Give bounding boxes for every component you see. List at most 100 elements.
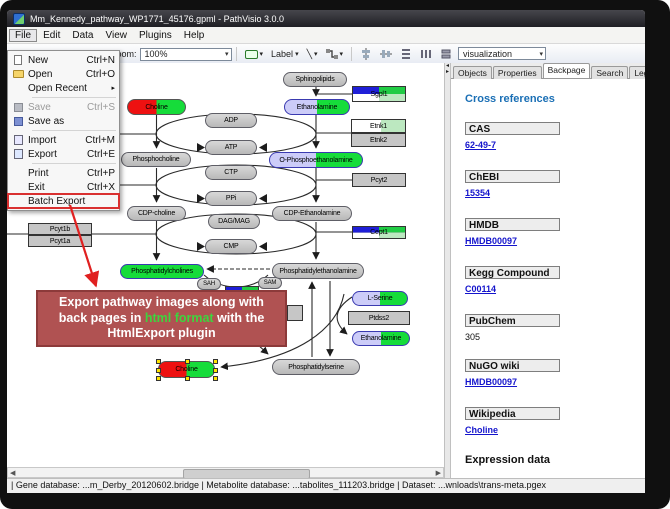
menu-item-batch-export[interactable]: Batch Export: [8, 194, 119, 208]
selection-handle[interactable]: [213, 359, 218, 364]
pathway-node-ethanolamine[interactable]: Ethanolamine: [352, 331, 410, 346]
connector-tool-dropdown[interactable]: ▾: [322, 45, 348, 63]
menu-item-open[interactable]: OpenCtrl+O: [8, 67, 119, 81]
menu-item-save[interactable]: SaveCtrl+S: [8, 100, 119, 114]
file-menu-popup: NewCtrl+NOpenCtrl+O Open Recent ▸ SaveCtrl+…: [7, 50, 120, 211]
zoom-combobox[interactable]: 100% ▾: [140, 48, 232, 61]
distribute-horizontal-button[interactable]: [416, 45, 436, 63]
scroll-right-icon[interactable]: ▶: [434, 469, 443, 477]
menubar-item-view[interactable]: View: [99, 29, 133, 42]
tab-search[interactable]: Search: [591, 66, 628, 79]
pathway-node-choline[interactable]: Choline: [158, 361, 215, 378]
pathway-node-cmp[interactable]: CMP: [205, 239, 257, 254]
menubar-item-data[interactable]: Data: [66, 29, 99, 42]
pathway-node-sgpl1[interactable]: Sgpl1: [352, 86, 406, 102]
xref-link-c00114[interactable]: C00114: [465, 284, 496, 294]
menubar-item-file[interactable]: File: [9, 29, 37, 42]
visualization-combobox[interactable]: visualization ▾: [458, 47, 546, 60]
menu-item-open-recent[interactable]: Open Recent ▸: [8, 81, 119, 95]
annotation-callout: Export pathway images along with back pa…: [36, 290, 287, 347]
label-tool-dropdown[interactable]: Label ▾: [267, 45, 303, 63]
stack-vertical-button[interactable]: [436, 45, 456, 63]
screenshot-frame: Mm_Kennedy_pathway_WP1771_45176.gpml - P…: [0, 0, 670, 509]
toolbar-separator: [236, 47, 237, 61]
pathway-node-sphingolipids[interactable]: Sphingolipids: [283, 72, 347, 87]
menu-item-save-as[interactable]: Save as: [8, 114, 119, 128]
submenu-arrow-icon: ▸: [111, 84, 115, 92]
selection-handle[interactable]: [156, 376, 161, 381]
title-bar[interactable]: Mm_Kennedy_pathway_WP1771_45176.gpml - P…: [7, 10, 645, 27]
menubar-item-help[interactable]: Help: [178, 29, 211, 42]
distribute-vertical-button[interactable]: [396, 45, 416, 63]
pathway-node-ethanolamine[interactable]: Ethanolamine: [284, 99, 350, 115]
section-header-cas: CAS: [465, 122, 560, 135]
menu-bar: FileEditDataViewPluginsHelp: [7, 27, 645, 44]
pathway-node-l-serine[interactable]: L-Serine: [352, 291, 408, 306]
callout-highlight-text: html format: [145, 311, 214, 325]
align-center-y-button[interactable]: [376, 45, 396, 63]
line-tool-dropdown[interactable]: ╲ ▾: [303, 45, 322, 63]
window-title: Mm_Kennedy_pathway_WP1771_45176.gpml - P…: [30, 14, 284, 24]
menu-item-label: Open Recent: [28, 83, 87, 94]
scroll-left-icon[interactable]: ◀: [8, 469, 17, 477]
menu-item-new[interactable]: NewCtrl+N: [8, 53, 119, 67]
selection-handle[interactable]: [156, 359, 161, 364]
selection-handle[interactable]: [213, 368, 218, 373]
tab-backpage[interactable]: Backpage: [543, 63, 591, 78]
distribute-vertical-icon: [400, 48, 412, 60]
pathway-node-cept1[interactable]: Cept1: [352, 226, 406, 239]
pathway-node-phosphatidylethanolamine[interactable]: Phosphatidylethanolamine: [272, 263, 364, 279]
pathway-node-ctp[interactable]: CTP: [205, 165, 257, 180]
pathway-node-choline[interactable]: Choline: [127, 99, 186, 115]
menu-item-export[interactable]: ExportCtrl+E: [8, 147, 119, 161]
connector-icon: [326, 49, 338, 59]
pathway-node-atp[interactable]: ATP: [205, 140, 257, 155]
xref-link-hmdb00097[interactable]: HMDB00097: [465, 377, 517, 387]
tab-properties[interactable]: Properties: [493, 66, 542, 79]
pathway-node-dag-mag[interactable]: DAG/MAG: [208, 214, 260, 229]
tab-objects[interactable]: Objects: [453, 66, 492, 79]
align-center-x-button[interactable]: [356, 45, 376, 63]
pathway-node-pcyt2[interactable]: Pcyt2: [352, 173, 406, 187]
pathway-node-ptdss2[interactable]: Ptdss2: [348, 311, 410, 325]
menu-item-exit[interactable]: ExitCtrl+X: [8, 180, 119, 194]
selection-handle[interactable]: [185, 359, 190, 364]
collapse-right-icon[interactable]: ▸: [445, 69, 450, 75]
line-icon: ╲: [307, 49, 312, 60]
pathway-node-sah[interactable]: SAH: [197, 278, 221, 290]
pathway-node-phosphatidylserine[interactable]: Phosphatidylserine: [272, 359, 360, 375]
application-window: Mm_Kennedy_pathway_WP1771_45176.gpml - P…: [7, 10, 645, 493]
pathway-node-pcyt1b[interactable]: Pcyt1b: [28, 223, 92, 235]
selection-handle[interactable]: [185, 376, 190, 381]
selection-handle[interactable]: [213, 376, 218, 381]
pathway-node-phosphocholine[interactable]: Phosphocholine: [121, 152, 191, 167]
backpage-section-chebi: ChEBI15354: [465, 170, 637, 201]
xref-link-hmdb00097[interactable]: HMDB00097: [465, 236, 517, 246]
cross-references-list: CAS62-49-7ChEBI15354HMDBHMDB00097Kegg Co…: [465, 122, 637, 438]
xref-link-15354[interactable]: 15354: [465, 188, 490, 198]
menu-item-import[interactable]: ImportCtrl+M: [8, 133, 119, 147]
xref-link-62-49-7[interactable]: 62-49-7: [465, 140, 496, 150]
pathway-node-o-phosphoethanolamine[interactable]: O-Phosphoethanolamine: [269, 152, 363, 168]
backpage-section-cas: CAS 62-49-7: [465, 122, 637, 153]
pathway-node-cdp-ethanolamine[interactable]: CDP-Ethanolamine: [272, 206, 352, 221]
selection-handle[interactable]: [156, 368, 161, 373]
xref-link-choline[interactable]: Choline: [465, 425, 498, 435]
pathway-node-pcyt1a[interactable]: Pcyt1a: [28, 235, 92, 247]
menubar-item-edit[interactable]: Edit: [37, 29, 66, 42]
canvas-horizontal-scrollbar[interactable]: ◀ ▶: [7, 467, 444, 478]
pathway-node-phosphatidylcholines[interactable]: Phosphatidylcholines: [120, 264, 204, 279]
pathway-node-adp[interactable]: ADP: [205, 113, 257, 128]
menu-item-print[interactable]: PrintCtrl+P: [8, 166, 119, 180]
pathway-node-cdp-choline[interactable]: CDP-choline: [127, 206, 186, 221]
pathway-node-etnk1[interactable]: Etnk1: [351, 119, 406, 133]
pathway-node-etnk2[interactable]: Etnk2: [351, 133, 406, 147]
tab-legend[interactable]: Legend: [629, 66, 645, 79]
pathway-node-ppi[interactable]: PPi: [205, 191, 257, 206]
export-icon: [14, 149, 23, 159]
pathway-node-unlabeled[interactable]: [287, 305, 303, 321]
backpage-section-wikipedia: WikipediaCholine: [465, 407, 637, 438]
menubar-item-plugins[interactable]: Plugins: [133, 29, 178, 42]
datanode-tool-dropdown[interactable]: ▾: [241, 45, 268, 63]
canvas-sidebar-splitter[interactable]: ◂ ▸: [444, 63, 451, 478]
